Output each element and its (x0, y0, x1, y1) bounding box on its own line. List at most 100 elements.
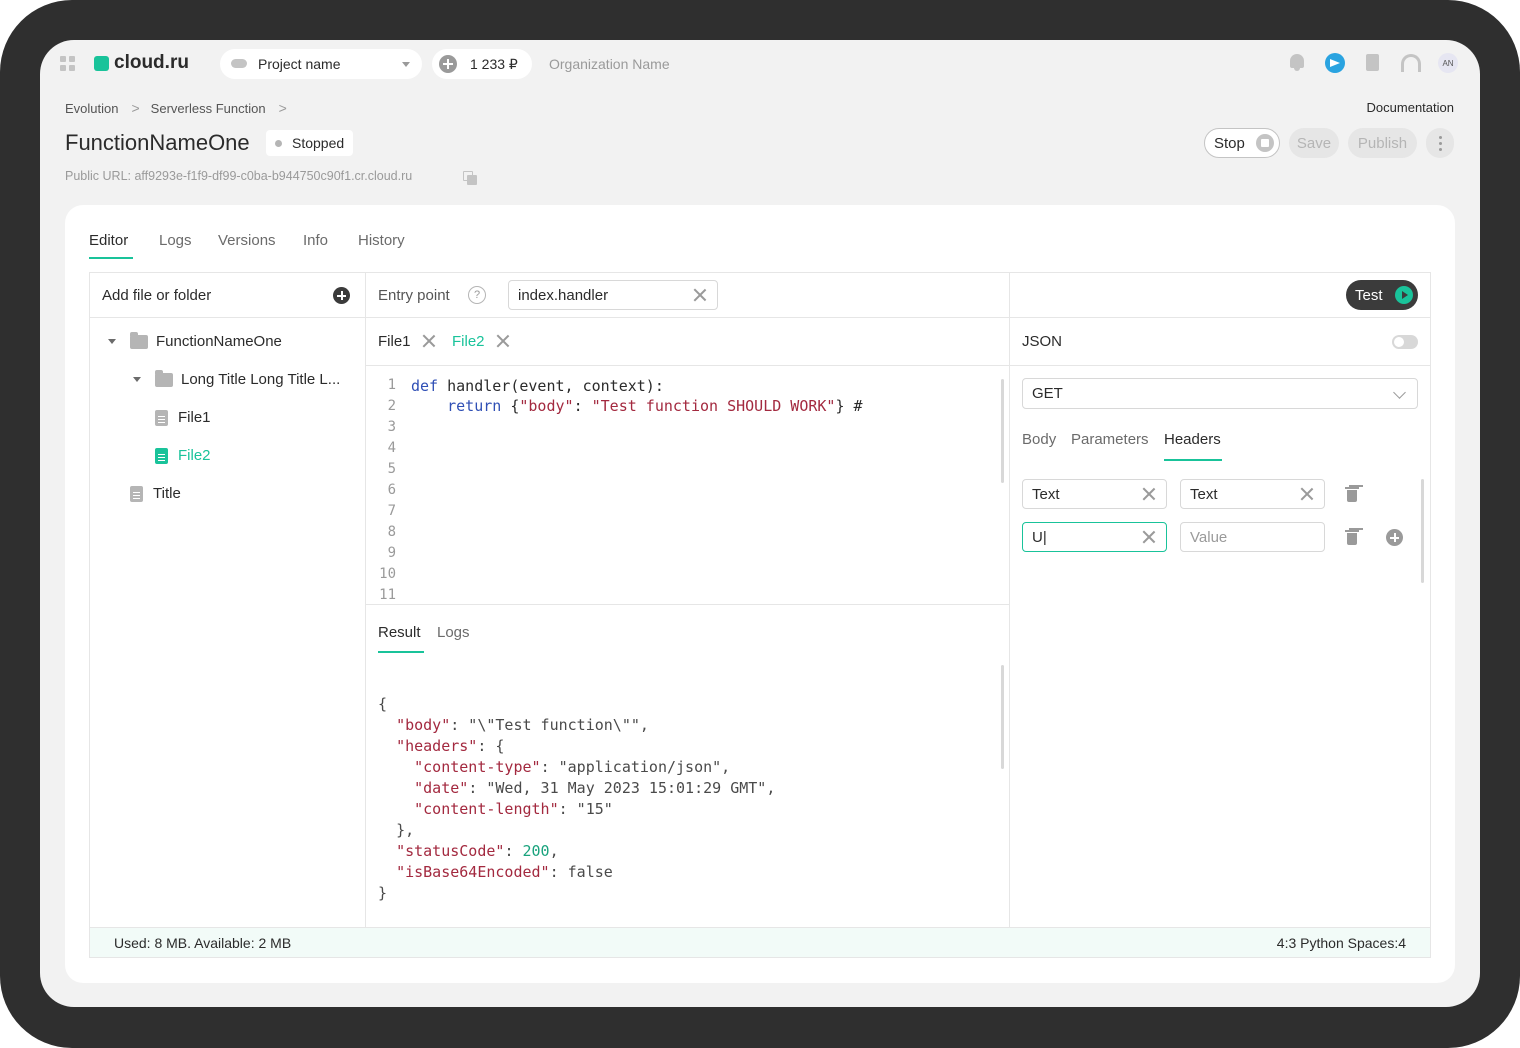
app-window: cloud.ru Project name 1 233 ₽ Organizati… (40, 40, 1480, 1007)
avatar[interactable]: AN (1438, 53, 1458, 73)
tree-file-file1[interactable]: File1 (155, 409, 211, 426)
breadcrumb-serverless[interactable]: Serverless Function (151, 101, 266, 116)
header-value-input[interactable]: Value (1180, 522, 1325, 552)
subtab-parameters[interactable]: Parameters (1071, 431, 1149, 448)
tree-item-label: File2 (178, 447, 211, 464)
copy-icon[interactable] (463, 171, 477, 185)
file-panel: Add file or folder FunctionNameOne Long … (90, 273, 366, 927)
json-label: JSON (1022, 333, 1063, 350)
tree-file-file2[interactable]: File2 (155, 447, 211, 464)
header-key-value: U| (1032, 528, 1047, 546)
telegram-icon[interactable] (1325, 53, 1345, 73)
project-name: Project name (258, 56, 341, 72)
stop-button[interactable]: Stop (1204, 128, 1280, 158)
tab-info[interactable]: Info (303, 232, 328, 249)
tab-versions[interactable]: Versions (218, 232, 276, 249)
caret-down-icon (133, 377, 141, 382)
header-key-input[interactable]: Text (1022, 479, 1167, 509)
clear-icon[interactable] (1300, 487, 1314, 501)
support-headset-icon[interactable] (1401, 54, 1421, 72)
tree-item-label: FunctionNameOne (156, 333, 282, 350)
chevron-right-icon: > (278, 100, 287, 116)
header-value-input[interactable]: Text (1180, 479, 1325, 509)
project-select[interactable]: Project name (220, 49, 422, 79)
add-row-icon[interactable] (1386, 529, 1403, 546)
add-file-icon[interactable] (333, 287, 350, 304)
publish-button[interactable]: Publish (1348, 128, 1417, 158)
brand-logo[interactable]: cloud.ru (94, 52, 189, 74)
clear-icon[interactable] (1142, 487, 1156, 501)
test-bar: Test (1010, 273, 1430, 318)
file-icon (155, 447, 168, 464)
headers-scrollbar[interactable] (1421, 479, 1424, 583)
header-key-input[interactable]: U| (1022, 522, 1167, 552)
code-scrollbar[interactable] (1001, 379, 1004, 483)
file-tabs-bar: File1 File2 (366, 318, 1010, 366)
entry-bar: Entry point ? index.handler (366, 273, 1010, 318)
breadcrumb: Evolution > Serverless Function > (65, 100, 287, 116)
tab-history[interactable]: History (358, 232, 405, 249)
file-tab-file1[interactable]: File1 (378, 333, 411, 350)
method-select[interactable]: GET (1022, 378, 1418, 409)
test-button[interactable]: Test (1346, 280, 1418, 310)
breadcrumb-evolution[interactable]: Evolution (65, 101, 118, 116)
add-funds-icon (439, 55, 457, 73)
result-scrollbar[interactable] (1001, 665, 1004, 769)
code-line-2: return {"body": "Test function SHOULD WO… (447, 397, 863, 415)
json-toggle[interactable] (1392, 335, 1418, 349)
caret-down-icon (108, 339, 116, 344)
result-tab-result[interactable]: Result (378, 624, 421, 641)
play-icon (1395, 286, 1413, 304)
chevron-right-icon: > (131, 100, 140, 116)
code-panel: Entry point ? index.handler File1 File2 (366, 273, 1010, 927)
subtab-headers[interactable]: Headers (1164, 431, 1221, 448)
document-icon[interactable] (1366, 54, 1379, 71)
more-menu-button[interactable] (1426, 128, 1454, 158)
cloud-icon (231, 59, 247, 68)
close-icon[interactable] (422, 334, 434, 346)
chevron-down-icon (1393, 386, 1406, 399)
documentation-link[interactable]: Documentation (1367, 100, 1454, 115)
folder-icon (130, 331, 148, 349)
status-badge: Stopped (266, 130, 354, 156)
save-button[interactable]: Save (1289, 128, 1339, 158)
organization-name[interactable]: Organization Name (549, 56, 670, 72)
public-url: Public URL: aff9293e-f1f9-df99-c0ba-b944… (65, 169, 413, 183)
clear-icon[interactable] (693, 288, 707, 302)
balance-amount: 1 233 ₽ (470, 56, 518, 72)
code-line-1: def handler(event, context): (411, 377, 664, 395)
editor-frame: Add file or folder FunctionNameOne Long … (89, 272, 1431, 958)
code-editor[interactable]: 1 2 3 4 5 6 7 8 9 10 11 def handler(event, context… (366, 367, 1010, 605)
stop-icon (1256, 134, 1274, 152)
method-value: GET (1032, 385, 1063, 402)
entry-point-value: index.handler (518, 286, 609, 304)
editor-card: Editor Logs Versions Info History Add fi… (65, 205, 1455, 983)
status-bar: Used: 8 MB. Available: 2 MB 4:3 Python S… (90, 927, 1430, 957)
balance-chip[interactable]: 1 233 ₽ (432, 49, 532, 79)
entry-point-input[interactable]: index.handler (508, 280, 718, 310)
tree-folder-long[interactable]: Long Title Long Title L... (133, 369, 340, 388)
file-panel-header: Add file or folder (90, 273, 365, 318)
stop-label: Stop (1214, 134, 1245, 152)
tree-folder-root[interactable]: FunctionNameOne (108, 331, 282, 350)
json-bar: JSON (1010, 318, 1430, 366)
subtab-body[interactable]: Body (1022, 431, 1056, 448)
bell-icon[interactable] (1289, 54, 1305, 72)
close-icon[interactable] (496, 334, 508, 346)
entry-label: Entry point (378, 287, 450, 304)
tree-file-title[interactable]: Title (130, 485, 181, 502)
clear-icon[interactable] (1142, 530, 1156, 544)
tab-editor[interactable]: Editor (89, 232, 128, 249)
file-icon (155, 409, 168, 426)
brand-name: cloud.ru (114, 52, 189, 73)
help-icon[interactable]: ? (468, 286, 486, 304)
file-icon (130, 485, 143, 502)
result-tab-logs[interactable]: Logs (437, 624, 470, 641)
subtab-underline (1164, 459, 1222, 461)
file-tab-file2[interactable]: File2 (452, 333, 485, 350)
apps-grid-icon[interactable] (60, 56, 76, 72)
tab-logs[interactable]: Logs (159, 232, 192, 249)
folder-icon (155, 369, 173, 387)
result-tab-underline (378, 651, 424, 653)
add-file-label[interactable]: Add file or folder (102, 287, 211, 304)
